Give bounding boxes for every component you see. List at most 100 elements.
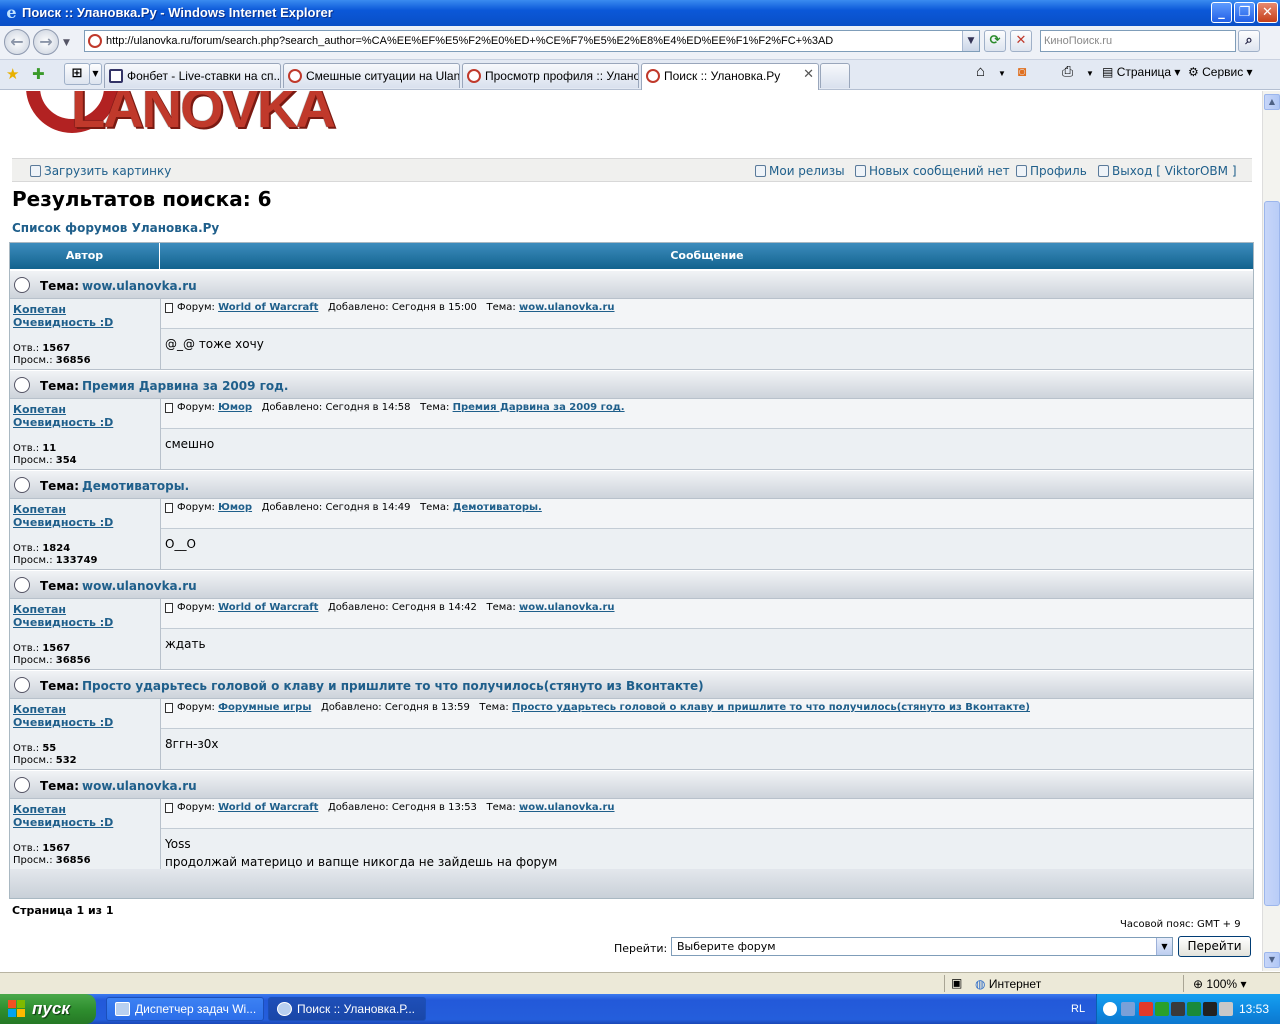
topic-bar: Тема: wow.ulanovka.ru bbox=[10, 270, 1253, 299]
jump-go-button[interactable]: Перейти bbox=[1178, 936, 1251, 957]
vertical-scrollbar[interactable]: ▲ ▼ bbox=[1262, 91, 1280, 971]
forward-button[interactable]: → bbox=[33, 29, 59, 55]
meta-topic-link[interactable]: wow.ulanovka.ru bbox=[519, 802, 615, 813]
views-count: Просм.: 36856 bbox=[13, 855, 91, 866]
search-button[interactable]: ⌕ bbox=[1238, 30, 1260, 52]
profile-link[interactable]: Профиль bbox=[1016, 164, 1087, 178]
meta-topic-link[interactable]: Просто ударьтесь головой о клаву и пришл… bbox=[512, 702, 1030, 713]
taskbar-item-ie-search[interactable]: Поиск :: Улановка.Р... bbox=[268, 997, 426, 1021]
history-dropdown-icon[interactable]: ▼ bbox=[63, 38, 70, 48]
home-icon[interactable]: ⌂ bbox=[976, 63, 985, 80]
forum-label: Форум: bbox=[177, 802, 215, 813]
meta-topic-link[interactable]: wow.ulanovka.ru bbox=[519, 302, 615, 313]
taskbar-item-task-manager[interactable]: Диспетчер задач Wi... bbox=[106, 997, 264, 1021]
views-label: Просм.: bbox=[13, 555, 53, 566]
tab-profile-view[interactable]: Просмотр профиля :: Улано... bbox=[462, 63, 639, 88]
upload-image-link[interactable]: Загрузить картинку bbox=[30, 164, 171, 178]
back-button[interactable]: ← bbox=[4, 29, 30, 55]
forum-link[interactable]: World of Warcraft bbox=[218, 602, 318, 613]
post-meta-text: Форум: World of Warcraft Добавлено: Сего… bbox=[177, 302, 615, 313]
tab-search-active[interactable]: Поиск :: Улановка.Ру ✕ bbox=[641, 63, 819, 90]
tray-arrow-icon[interactable] bbox=[1103, 1002, 1117, 1016]
meta-topic-link[interactable]: Демотиваторы. bbox=[453, 502, 542, 513]
language-indicator[interactable]: RL bbox=[1071, 1003, 1085, 1015]
forum-link[interactable]: Юмор bbox=[218, 402, 252, 413]
minimize-button[interactable]: _ bbox=[1211, 2, 1232, 23]
meta-topic-link[interactable]: wow.ulanovka.ru bbox=[519, 602, 615, 613]
address-bar[interactable]: http://ulanovka.ru/forum/search.php?sear… bbox=[84, 30, 980, 52]
post-meta-text: Форум: Юмор Добавлено: Сегодня в 14:58 Т… bbox=[177, 402, 625, 413]
page-menu[interactable]: ▤ Страница ▾ bbox=[1102, 65, 1180, 79]
topic-bar: Тема: Демотиваторы. bbox=[10, 470, 1253, 499]
zoom-level[interactable]: ⊕ 100% ▾ bbox=[1193, 977, 1246, 991]
topic-link[interactable]: Просто ударьтесь головой о клаву и пришл… bbox=[82, 679, 704, 693]
chevron-down-icon[interactable]: ▼ bbox=[1156, 938, 1172, 955]
maximize-button[interactable]: ❐ bbox=[1234, 2, 1255, 23]
logout-link[interactable]: Выход [ ViktorOBM ] bbox=[1098, 164, 1237, 178]
message-body: @_@ тоже хочу bbox=[165, 337, 264, 351]
tab-list-dropdown-icon[interactable]: ▼ bbox=[89, 63, 102, 85]
scroll-up-icon[interactable]: ▲ bbox=[1264, 94, 1280, 110]
new-posts-link[interactable]: Новых сообщений нет bbox=[855, 164, 1010, 178]
tools-menu[interactable]: ⚙ Сервис ▾ bbox=[1188, 65, 1253, 79]
topic-icon bbox=[14, 377, 30, 393]
forum-link[interactable]: Форумные игры bbox=[218, 702, 311, 713]
author-link[interactable]: Копетан Очевидность :D bbox=[13, 803, 113, 829]
feeds-icon[interactable]: ◙ bbox=[1018, 63, 1026, 79]
tray-security-icon[interactable] bbox=[1187, 1002, 1201, 1016]
tray-volume-icon[interactable] bbox=[1219, 1002, 1233, 1016]
author-link[interactable]: Копетан Очевидность :D bbox=[13, 303, 113, 329]
search-placeholder: КиноПоиск.ru bbox=[1044, 35, 1113, 47]
scroll-thumb[interactable] bbox=[1264, 201, 1280, 906]
tray-p-icon[interactable] bbox=[1155, 1002, 1169, 1016]
tray-monitor-icon[interactable] bbox=[1171, 1002, 1185, 1016]
logout-icon bbox=[1098, 165, 1109, 177]
tab-fonbet[interactable]: Фонбет - Live-ставки на сп... bbox=[104, 63, 281, 88]
home-dropdown-icon[interactable]: ▼ bbox=[998, 69, 1006, 78]
close-window-button[interactable]: ✕ bbox=[1257, 2, 1278, 23]
topic-bar: Тема: Просто ударьтесь головой о клаву и … bbox=[10, 670, 1253, 699]
message-body: O__O bbox=[165, 537, 196, 551]
tools-menu-label: Сервис bbox=[1202, 65, 1244, 79]
meta-topic-link[interactable]: Премия Дарвина за 2009 год. bbox=[453, 402, 625, 413]
views-value: 36856 bbox=[55, 355, 91, 366]
breadcrumb-forum-index[interactable]: Список форумов Улановка.Ру bbox=[12, 221, 219, 235]
forum-link[interactable]: World of Warcraft bbox=[218, 802, 318, 813]
my-releases-link[interactable]: Мои релизы bbox=[755, 164, 845, 178]
tab-funny-situations[interactable]: Смешные ситуации на Ulan... bbox=[283, 63, 460, 88]
tray-network-icon[interactable] bbox=[1121, 1002, 1135, 1016]
topic-link[interactable]: Премия Дарвина за 2009 год. bbox=[82, 379, 288, 393]
site-logo[interactable]: LANOVKA bbox=[16, 91, 356, 141]
scroll-down-icon[interactable]: ▼ bbox=[1264, 952, 1280, 968]
author-link[interactable]: Копетан Очевидность :D bbox=[13, 403, 113, 429]
topic-link[interactable]: wow.ulanovka.ru bbox=[82, 279, 197, 293]
search-box[interactable]: КиноПоиск.ru bbox=[1040, 30, 1236, 52]
close-tab-icon[interactable]: ✕ bbox=[803, 67, 814, 82]
topic-link[interactable]: wow.ulanovka.ru bbox=[82, 579, 197, 593]
forum-link[interactable]: World of Warcraft bbox=[218, 302, 318, 313]
post-icon bbox=[165, 403, 173, 413]
clock: 13:53 bbox=[1239, 1002, 1270, 1016]
author-link[interactable]: Копетан Очевидность :D bbox=[13, 603, 113, 629]
print-icon[interactable]: ⎙ bbox=[1062, 63, 1073, 80]
topic-link[interactable]: Демотиваторы. bbox=[82, 479, 189, 493]
result-row: Тема: Просто ударьтесь головой о клаву и … bbox=[10, 670, 1253, 770]
print-dropdown-icon[interactable]: ▼ bbox=[1086, 69, 1094, 78]
refresh-button[interactable]: ⟳ bbox=[984, 30, 1006, 52]
author-link[interactable]: Копетан Очевидность :D bbox=[13, 503, 113, 529]
favorites-star-icon[interactable]: ★ bbox=[6, 65, 19, 83]
start-button[interactable]: пуск bbox=[0, 994, 96, 1024]
address-dropdown-icon[interactable]: ▼ bbox=[962, 31, 979, 51]
new-tab-button[interactable] bbox=[820, 63, 850, 88]
add-favorites-icon[interactable]: ✚ bbox=[32, 65, 45, 83]
tray-app-icon[interactable] bbox=[1139, 1002, 1153, 1016]
forum-link[interactable]: Юмор bbox=[218, 502, 252, 513]
views-value: 532 bbox=[55, 755, 77, 766]
forum-jump-select[interactable]: Выберите форум ▼ bbox=[671, 937, 1173, 956]
author-link[interactable]: Копетан Очевидность :D bbox=[13, 703, 113, 729]
quick-tabs-icon[interactable]: ⊞ bbox=[64, 63, 90, 85]
post-meta-text: Форум: Юмор Добавлено: Сегодня в 14:49 Т… bbox=[177, 502, 542, 513]
topic-link[interactable]: wow.ulanovka.ru bbox=[82, 779, 197, 793]
stop-button[interactable]: ✕ bbox=[1010, 30, 1032, 52]
tray-camera-icon[interactable] bbox=[1203, 1002, 1217, 1016]
